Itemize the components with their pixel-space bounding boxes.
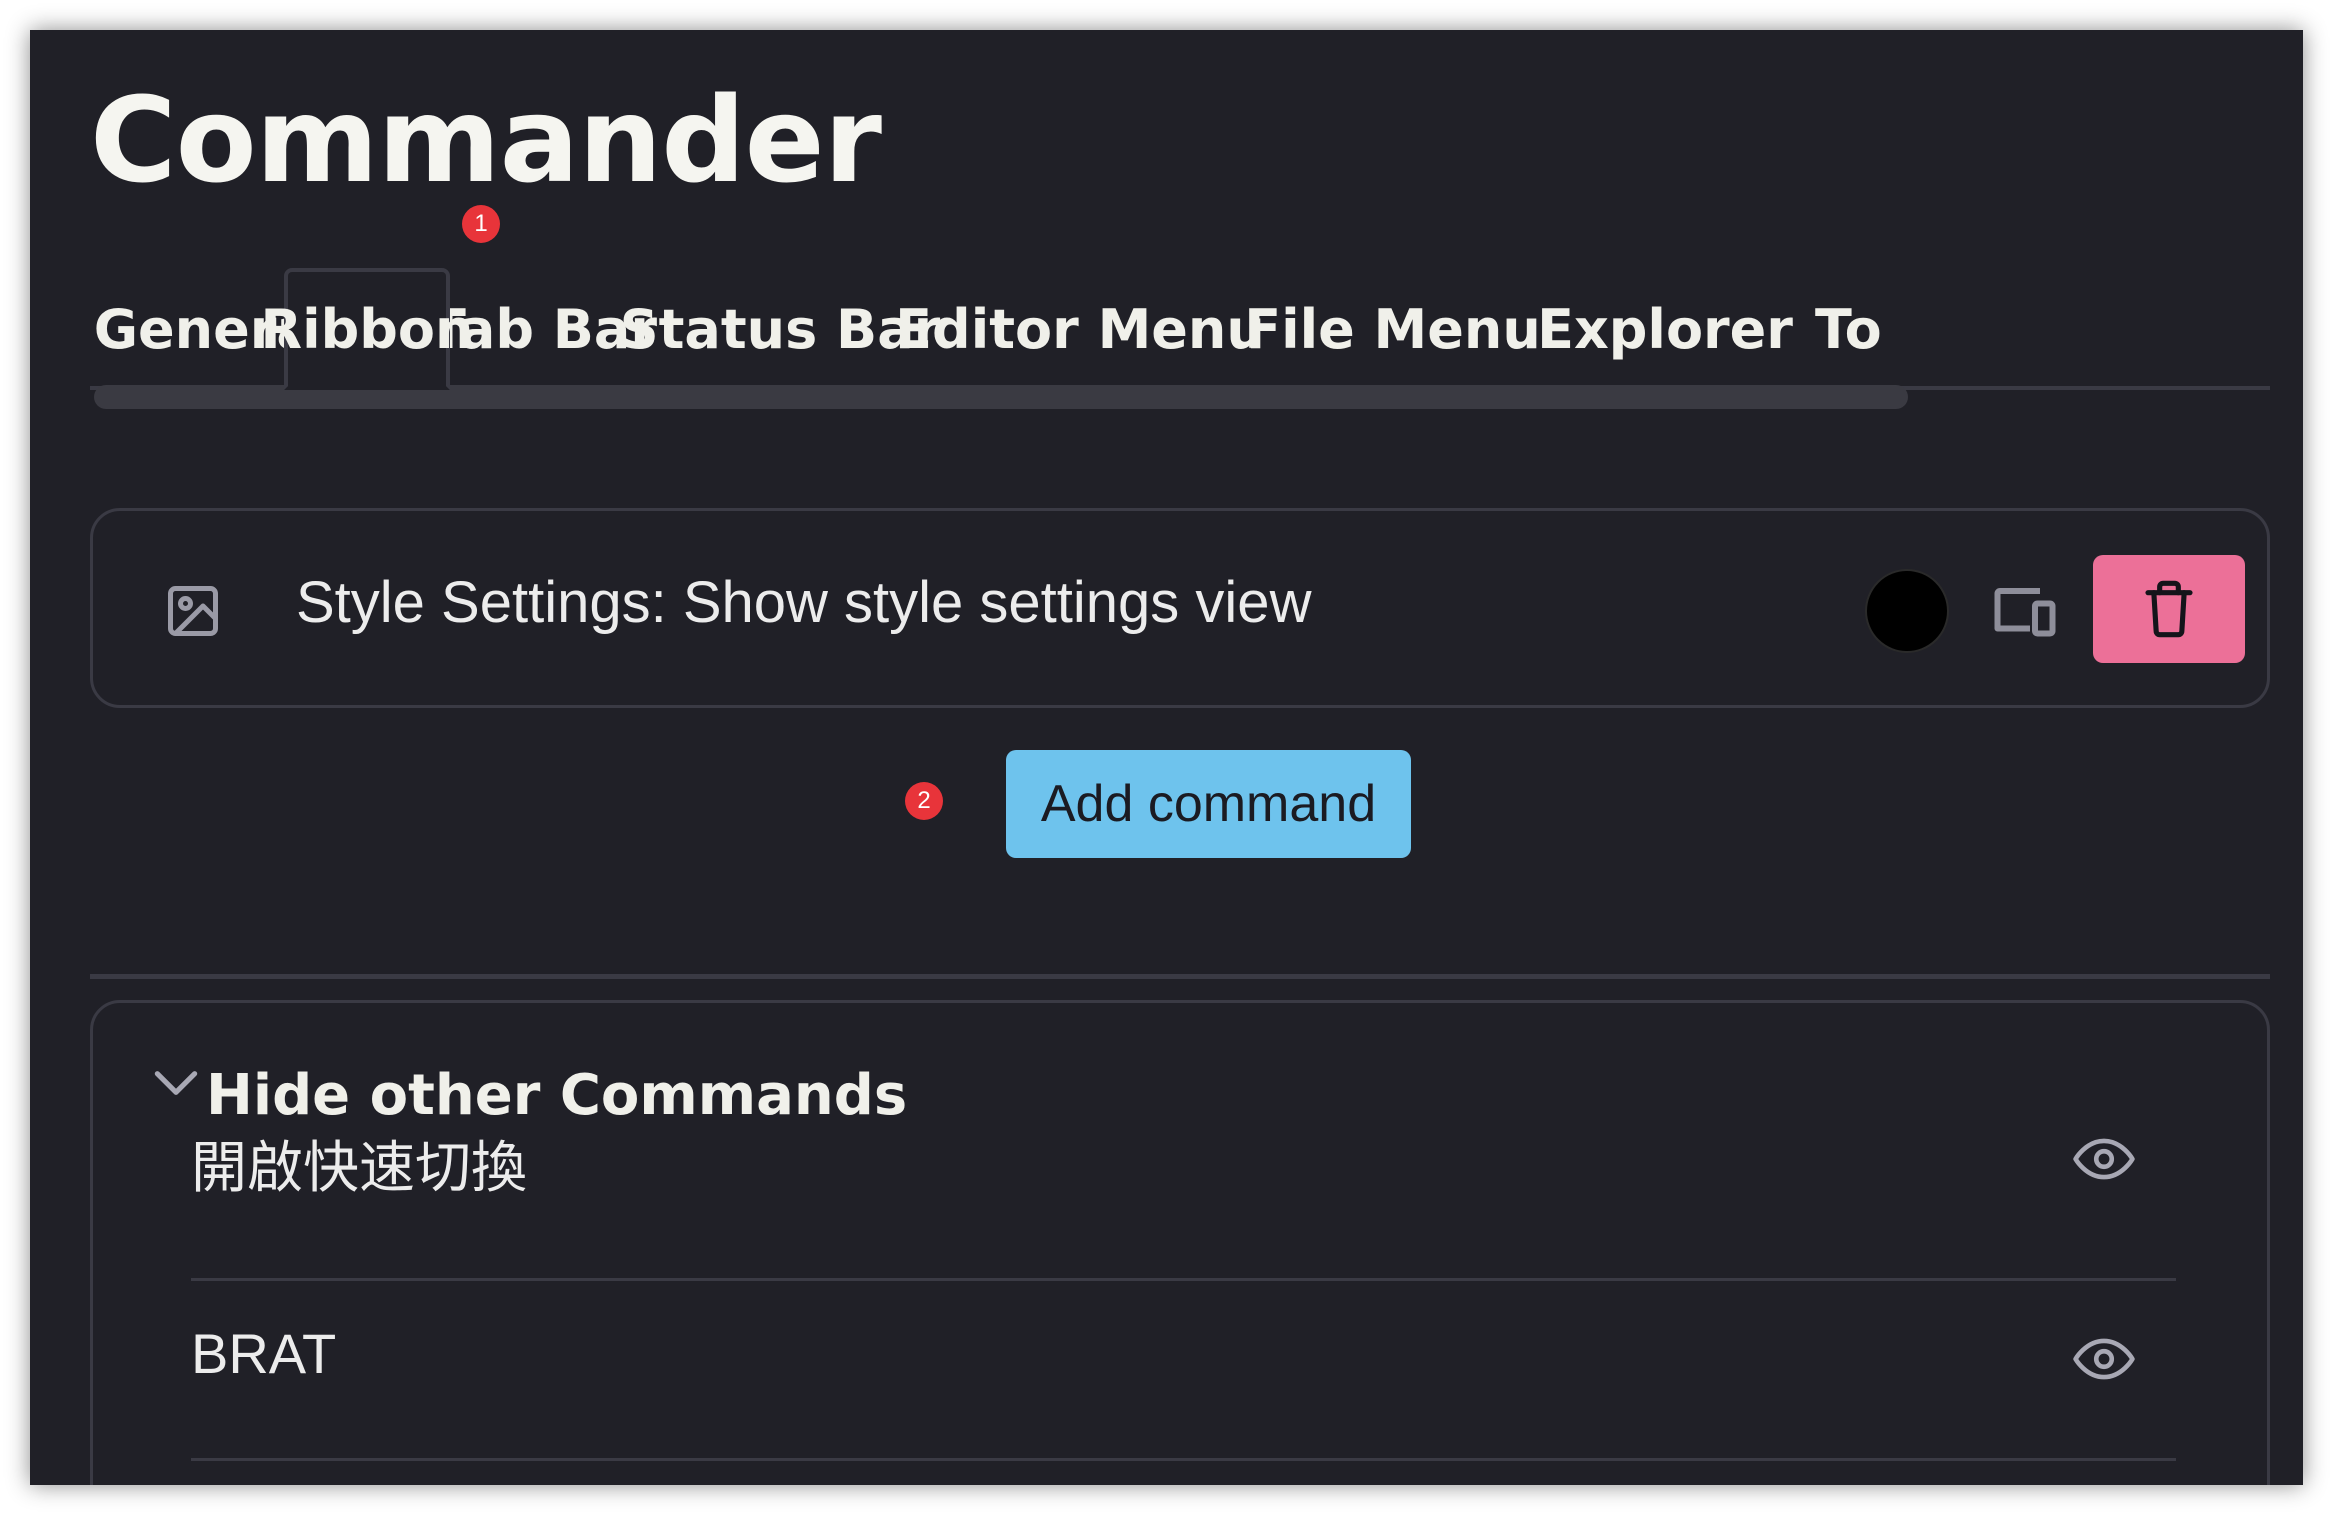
trash-icon: [2145, 580, 2193, 638]
tab-to-truncated[interactable]: To: [1815, 268, 1885, 390]
hidden-command-label: BRAT: [191, 1322, 337, 1385]
add-command-button[interactable]: Add command: [1006, 750, 1411, 858]
tab-editor-menu[interactable]: Editor Menu: [895, 268, 1265, 390]
hidden-command-label: 開啟快速切換: [191, 1136, 527, 1199]
annotation-badge-2: 2: [905, 782, 943, 820]
hidden-command-row: BRAT: [191, 1281, 2176, 1461]
eye-icon[interactable]: [2073, 1337, 2135, 1381]
chevron-down-icon[interactable]: [148, 1063, 204, 1103]
tab-status-bar[interactable]: Status Bar: [620, 268, 941, 390]
command-card: Style Settings: Show style settings view: [90, 508, 2270, 708]
color-picker[interactable]: [1865, 569, 1949, 653]
tab-bar: General Ribbon Tab Bar Status Bar Editor…: [90, 238, 2270, 390]
annotation-badge-1: 1: [462, 205, 500, 243]
eye-icon[interactable]: [2073, 1137, 2135, 1181]
device-mode-icon[interactable]: [1990, 581, 2060, 641]
tab-explorer[interactable]: Explorer: [1537, 268, 1793, 390]
settings-window: Commander General Ribbon Tab Bar Status …: [30, 30, 2303, 1485]
command-name: Style Settings: Show style settings view: [296, 570, 1312, 635]
section-divider: [90, 974, 2270, 979]
tab-file-menu[interactable]: File Menu: [1244, 268, 1541, 390]
tab-ribbon[interactable]: Ribbon: [261, 268, 473, 390]
hidden-commands-panel: Hide other Commands 開啟快速切換 BRAT: [90, 1000, 2270, 1485]
tab-tab-bar[interactable]: Tab Bar: [429, 268, 657, 390]
image-icon[interactable]: [163, 581, 223, 641]
delete-command-button[interactable]: [2093, 555, 2245, 663]
hidden-command-row: 開啟快速切換: [191, 1101, 2176, 1281]
page-title: Commander: [90, 71, 882, 209]
